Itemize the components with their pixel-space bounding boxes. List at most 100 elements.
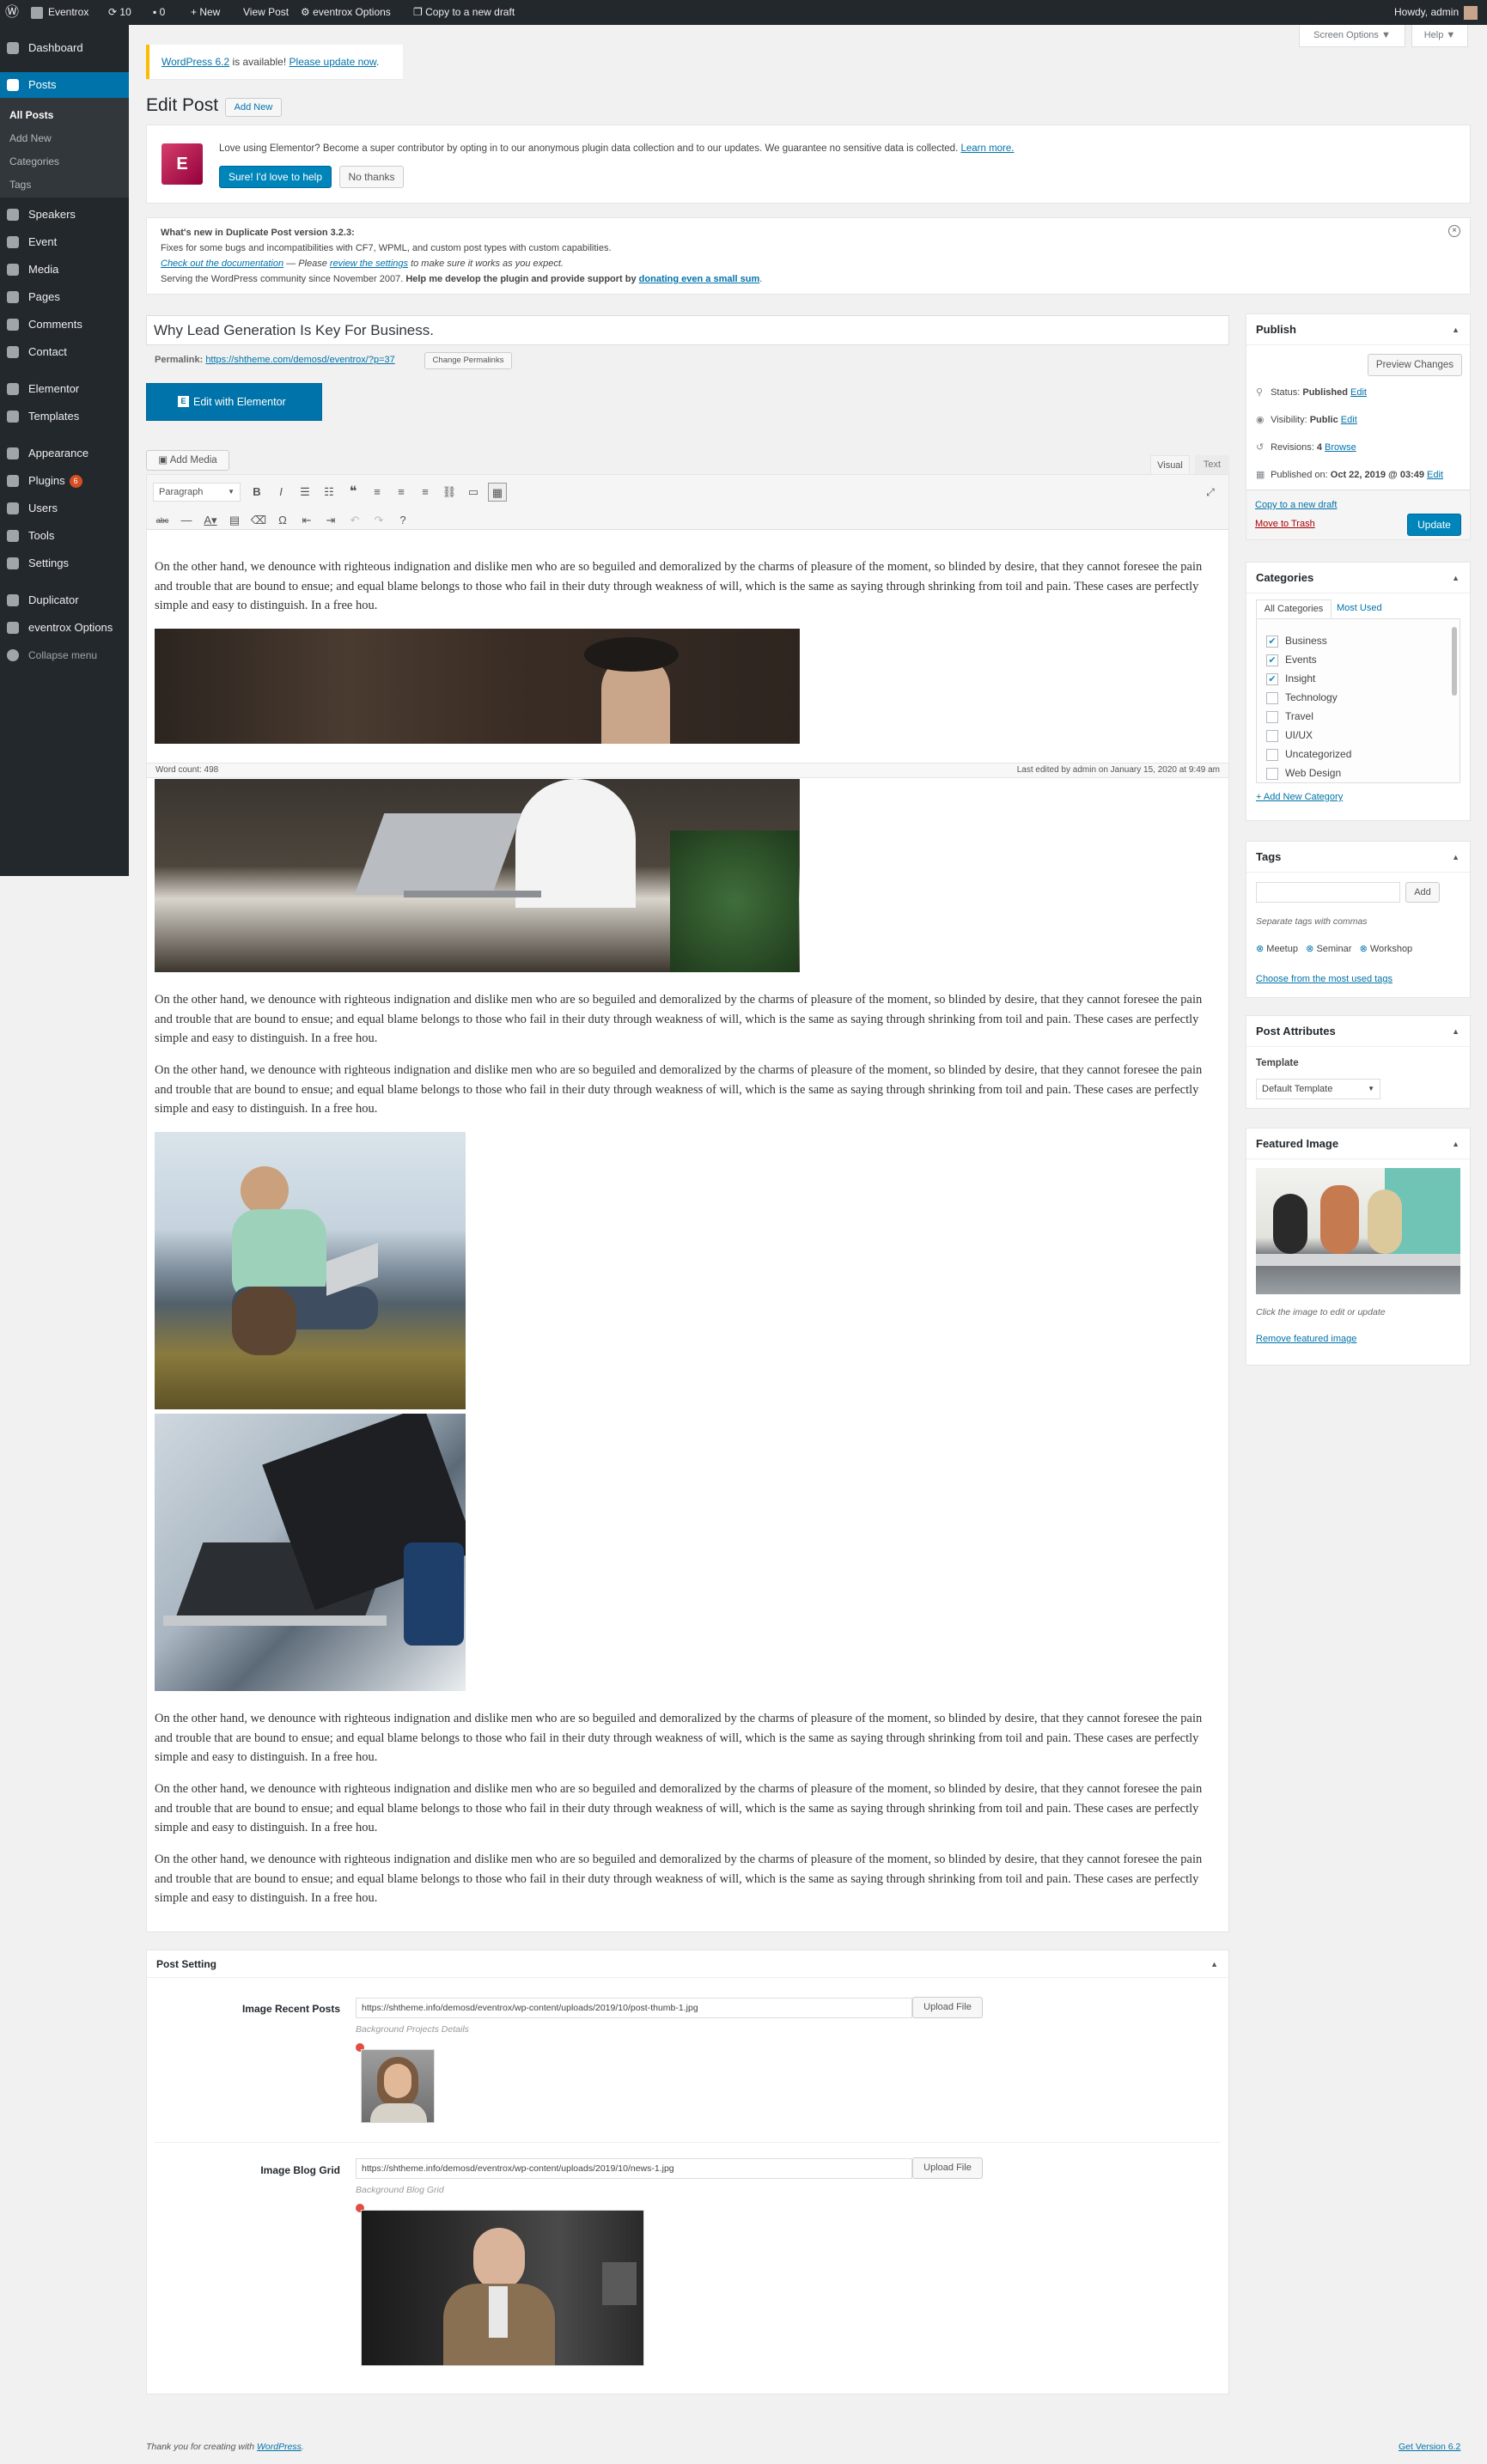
image-blog-grid-preview[interactable] [361, 2210, 644, 2366]
undo-icon[interactable]: ↶ [345, 511, 364, 530]
copy-to-draft-link[interactable]: Copy to a new draft [1255, 500, 1337, 510]
remove-featured-image-link[interactable]: Remove featured image [1256, 1334, 1356, 1344]
toggle-panel-icon[interactable]: ▲ [1452, 1129, 1460, 1159]
sidebar-item-speakers[interactable]: Speakers [0, 202, 129, 228]
text-color-icon[interactable]: A▾ [201, 511, 220, 530]
checkbox[interactable]: ✔ [1266, 672, 1278, 685]
sidebar-item-contact[interactable]: Contact [0, 339, 129, 365]
upload-file-button[interactable]: Upload File [912, 1997, 983, 2018]
update-button[interactable]: Update [1407, 514, 1461, 536]
scrollbar[interactable] [1452, 627, 1457, 696]
howdy-account[interactable]: Howdy, admin [1394, 0, 1478, 25]
documentation-link[interactable]: Check out the documentation [161, 259, 283, 269]
sidebar-item-comments[interactable]: Comments [0, 312, 129, 338]
submenu-all-posts[interactable]: All Posts [0, 104, 129, 126]
site-name-link[interactable]: Eventrox [31, 0, 88, 25]
editor-paragraph[interactable]: On the other hand, we denounce with righ… [155, 990, 1220, 1049]
dismiss-notice-icon[interactable]: × [1448, 225, 1460, 237]
checkbox[interactable] [1266, 691, 1278, 704]
tab-all-categories[interactable]: All Categories [1256, 599, 1332, 618]
checkbox[interactable]: ✔ [1266, 654, 1278, 666]
elementor-opt-in-button[interactable]: Sure! I'd love to help [219, 166, 332, 188]
edit-with-elementor-button[interactable]: E Edit with Elementor [146, 383, 322, 421]
preview-changes-button[interactable]: Preview Changes [1368, 354, 1462, 376]
sidebar-item-media[interactable]: Media [0, 257, 129, 283]
sidebar-item-tools[interactable]: Tools [0, 523, 129, 549]
review-settings-link[interactable]: review the settings [330, 259, 408, 269]
updates-link[interactable]: ⟳ 10 [108, 0, 131, 25]
editor-paragraph[interactable]: On the other hand, we denounce with righ… [155, 557, 1220, 616]
checkbox[interactable] [1266, 710, 1278, 723]
submenu-categories[interactable]: Categories [0, 150, 129, 173]
editor-image[interactable] [155, 779, 800, 972]
toggle-panel-icon[interactable]: ▲ [1452, 314, 1460, 345]
checkbox[interactable] [1266, 748, 1278, 761]
sidebar-item-dashboard[interactable]: Dashboard [0, 35, 129, 61]
align-right-icon[interactable]: ≡ [416, 483, 435, 502]
category-item-business[interactable]: ✔ Business [1266, 631, 1327, 650]
toggle-panel-icon[interactable]: ▲ [1452, 1016, 1460, 1047]
edit-visibility-link[interactable]: Edit [1341, 415, 1357, 425]
featured-image-thumbnail[interactable] [1256, 1168, 1460, 1294]
copy-draft-link[interactable]: ❐ Copy to a new draft [413, 0, 515, 25]
tab-text[interactable]: Text [1195, 455, 1229, 474]
align-center-icon[interactable]: ≡ [392, 483, 411, 502]
toggle-panel-icon[interactable]: ▲ [1452, 563, 1460, 593]
update-version-link[interactable]: WordPress 6.2 [161, 56, 229, 68]
tab-visual[interactable]: Visual [1150, 455, 1190, 474]
blockquote-icon[interactable]: ❝ [344, 483, 363, 502]
browse-revisions-link[interactable]: Browse [1325, 442, 1356, 453]
help-icon[interactable]: ? [393, 511, 412, 530]
outdent-icon[interactable]: ⇤ [297, 511, 316, 530]
editor-paragraph[interactable]: On the other hand, we denounce with righ… [155, 1061, 1220, 1119]
editor-image[interactable] [155, 1132, 466, 1409]
sidebar-item-eventrox-options[interactable]: eventrox Options [0, 615, 129, 641]
template-select[interactable]: Default Template ▼ [1256, 1079, 1380, 1099]
screen-options-tab[interactable]: Screen Options ▼ [1299, 25, 1405, 47]
elementor-learn-more-link[interactable]: Learn more. [960, 143, 1014, 154]
edit-status-link[interactable]: Edit [1350, 387, 1367, 398]
sidebar-item-event[interactable]: Event [0, 229, 129, 255]
remove-tag-icon[interactable]: ⊗ [1360, 944, 1368, 954]
category-item-uiux[interactable]: UI/UX [1266, 726, 1313, 745]
link-icon[interactable]: ⛓ [440, 483, 459, 502]
tag-input[interactable] [1256, 882, 1400, 903]
add-media-button[interactable]: ▣ Add Media [146, 450, 229, 471]
horizontal-line-icon[interactable]: — [177, 511, 196, 530]
indent-icon[interactable]: ⇥ [321, 511, 340, 530]
category-item-uncategorized[interactable]: Uncategorized [1266, 745, 1351, 764]
theme-options-link[interactable]: ⚙ eventrox Options [301, 0, 391, 25]
checkbox[interactable]: ✔ [1266, 635, 1278, 648]
update-now-link[interactable]: Please update now [289, 56, 376, 68]
paste-text-icon[interactable]: ▤ [225, 511, 244, 530]
format-select[interactable]: Paragraph ▼ [153, 483, 241, 502]
sidebar-item-duplicator[interactable]: Duplicator [0, 587, 129, 613]
sidebar-item-plugins[interactable]: Plugins 6 [0, 468, 129, 494]
editor-paragraph[interactable]: On the other hand, we denounce with righ… [155, 1850, 1220, 1908]
donate-link[interactable]: donating even a small sum [639, 274, 760, 284]
clear-formatting-icon[interactable]: ⌫ [249, 511, 268, 530]
toolbar-toggle-icon[interactable]: ▦ [488, 483, 507, 502]
redo-icon[interactable]: ↷ [369, 511, 388, 530]
bullet-list-icon[interactable]: ☰ [296, 483, 314, 502]
category-item-travel[interactable]: Travel [1266, 707, 1313, 726]
elementor-no-thanks-button[interactable]: No thanks [339, 166, 404, 188]
italic-icon[interactable]: I [271, 483, 290, 502]
wordpress-link[interactable]: WordPress [257, 2442, 302, 2452]
strikethrough-icon[interactable]: abc [153, 511, 172, 530]
image-recent-posts-preview[interactable] [361, 2049, 435, 2123]
editor-paragraph[interactable]: On the other hand, we denounce with righ… [155, 1780, 1220, 1838]
choose-tags-link[interactable]: Choose from the most used tags [1256, 974, 1393, 984]
toggle-panel-icon[interactable]: ▲ [1452, 842, 1460, 873]
submenu-add-new[interactable]: Add New [0, 127, 129, 149]
image-blog-grid-url-input[interactable]: https://shtheme.info/demosd/eventrox/wp-… [356, 2158, 912, 2179]
remove-tag-icon[interactable]: ⊗ [1256, 944, 1264, 954]
sidebar-item-settings[interactable]: Settings [0, 551, 129, 576]
view-post-link[interactable]: View Post [243, 0, 289, 25]
new-content-link[interactable]: + New [191, 0, 220, 25]
help-tab[interactable]: Help ▼ [1411, 25, 1468, 47]
bold-icon[interactable]: B [247, 483, 266, 502]
fullscreen-icon[interactable]: ⤢ [1201, 483, 1220, 502]
get-version-link[interactable]: Get Version 6.2 [1399, 2442, 1460, 2452]
comments-link[interactable]: ▪ 0 [153, 0, 165, 25]
